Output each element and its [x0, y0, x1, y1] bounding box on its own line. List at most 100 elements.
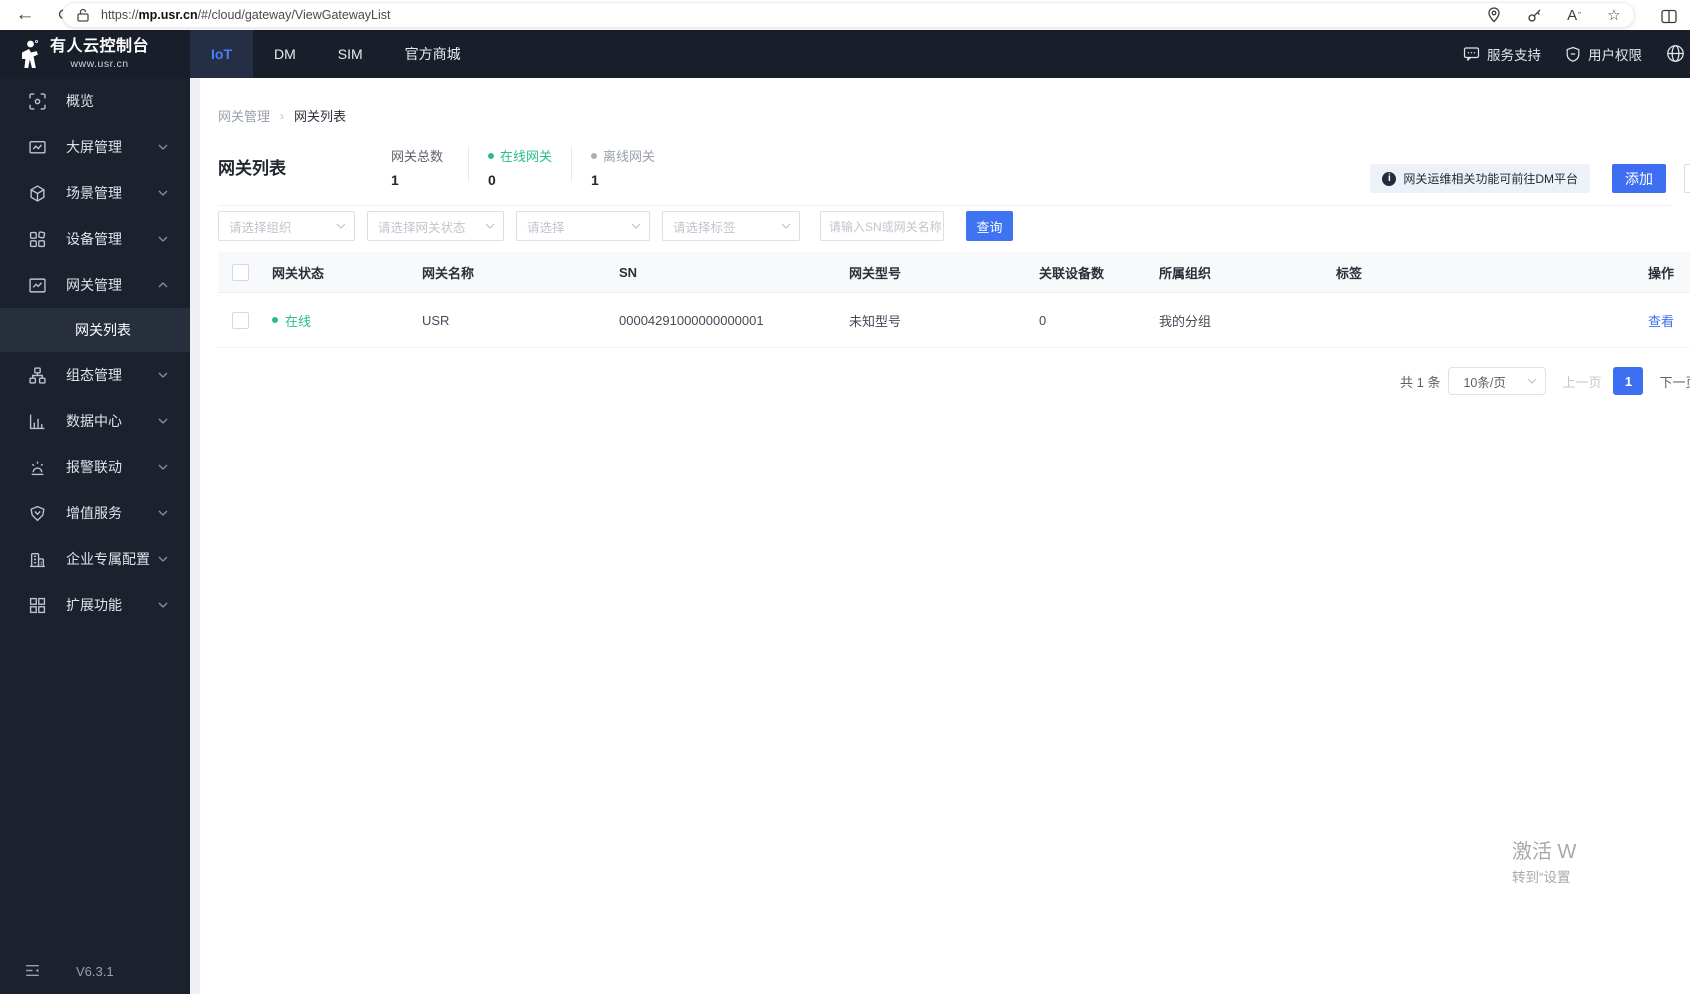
support-link[interactable]: 服务支持 [1463, 44, 1541, 64]
clipped-edge-button[interactable] [1684, 164, 1690, 193]
query-button[interactable]: 查询 [966, 211, 1013, 241]
page-size-select[interactable]: 10条/页 [1448, 367, 1547, 395]
gateway-stats: 网关总数 1 在线网关 0 离线网关 1 [391, 146, 655, 188]
row-checkbox[interactable] [232, 311, 249, 329]
nav-tab-iot[interactable]: IoT [190, 30, 253, 78]
chevron-down-icon [631, 223, 641, 229]
alarm-icon [28, 458, 46, 476]
chevron-down-icon [158, 510, 168, 516]
breadcrumb: 网关管理 › 网关列表 [218, 106, 346, 125]
url-text: https://mp.usr.cn/#/cloud/gateway/ViewGa… [101, 8, 391, 22]
stat-divider [468, 146, 469, 182]
info-icon: i [1382, 171, 1397, 186]
sidebar-item-enterprise[interactable]: 企业专属配置 [0, 536, 190, 582]
select-all-checkbox[interactable] [232, 263, 249, 281]
chat-icon [1463, 47, 1480, 61]
online-dot-icon [272, 317, 278, 323]
sidebar-footer: V6.3.1 [0, 962, 190, 980]
sidebar-item-vas[interactable]: 增值服务 [0, 490, 190, 536]
stat-offline: 离线网关 1 [591, 149, 656, 188]
sidebar-item-alarm[interactable]: 报警联动 [0, 444, 190, 490]
scada-icon [28, 366, 46, 384]
col-header-status: 网关状态 [272, 265, 325, 281]
split-screen-icon[interactable] [1656, 3, 1682, 29]
sidebar-item-gateway[interactable]: 网关管理 [0, 262, 190, 308]
app-header: 有人云控制台 www.usr.cn IoT DM SIM 官方商城 服务支持 用… [0, 30, 1690, 78]
sn-search-input[interactable]: 请输入SN或网关名称 [820, 211, 944, 241]
stat-divider [571, 146, 573, 182]
chevron-down-icon [158, 556, 168, 562]
url-host: mp.usr.cn [138, 8, 198, 22]
extension-grid-icon [28, 596, 46, 614]
chevron-down-icon [1527, 378, 1537, 384]
sidebar-item-scene[interactable]: 场景管理 [0, 170, 190, 216]
browser-back-icon[interactable]: ← [12, 2, 38, 28]
row-org: 我的分组 [1159, 313, 1212, 329]
language-globe-icon[interactable] [1666, 44, 1686, 64]
favorite-star-icon[interactable]: ☆ [1604, 5, 1624, 25]
nav-tab-dm[interactable]: DM [253, 30, 317, 78]
read-aloud-icon[interactable]: A” [1564, 5, 1584, 25]
sidebar-item-scada[interactable]: 组态管理 [0, 352, 190, 398]
prev-page-button[interactable]: 上一页 [1562, 372, 1601, 391]
sidebar-subitem-gateway-list[interactable]: 网关列表 [0, 308, 190, 352]
gateway-status-select[interactable]: 请选择网关状态 [367, 211, 504, 241]
breadcrumb-parent[interactable]: 网关管理 [218, 106, 270, 125]
browser-address-bar[interactable]: https://mp.usr.cn/#/cloud/gateway/ViewGa… [62, 2, 1635, 28]
chevron-down-icon [158, 602, 168, 608]
collapse-menu-icon[interactable] [24, 962, 42, 980]
page-title: 网关列表 [218, 159, 286, 178]
person-logo-icon [22, 39, 38, 68]
permissions-label: 用户权限 [1588, 48, 1642, 63]
add-gateway-button[interactable]: 添加 [1612, 164, 1666, 193]
chevron-down-icon [158, 236, 168, 242]
sidebar-item-datacenter[interactable]: 数据中心 [0, 398, 190, 444]
shield-icon [1566, 46, 1580, 62]
view-link[interactable]: 查看 [1648, 314, 1674, 329]
dm-platform-banner: i 网关运维相关功能可前往DM平台 [1370, 164, 1590, 193]
col-header-model: 网关型号 [849, 265, 902, 281]
app-window: ← ⟳ https://mp.usr.cn/#/cloud/gateway/Vi… [0, 0, 1690, 994]
chevron-down-icon [336, 223, 346, 229]
table-header-row: 网关状态 网关名称 SN 网关型号 关联设备数 所属组织 标签 操作 [218, 252, 1690, 293]
page-1-button[interactable]: 1 [1613, 367, 1644, 395]
filter-bar: 请选择组织 请选择网关状态 请选择 请选择标签 请输入SN或网关名称 查询 [218, 211, 1013, 241]
location-pin-icon[interactable] [1484, 5, 1504, 25]
chevron-down-icon [158, 372, 168, 378]
nav-tab-sim[interactable]: SIM [317, 30, 384, 78]
sidebar-item-overview[interactable]: 概览 [0, 78, 190, 124]
generic-select[interactable]: 请选择 [516, 211, 650, 241]
logo-subtitle: www.usr.cn [70, 57, 129, 70]
chevron-up-icon [158, 282, 168, 288]
table-row: 在线 USR 00004291000000000001 未知型号 0 我的分组 … [218, 293, 1690, 348]
chevron-down-icon [485, 223, 495, 229]
sidebar-item-extension[interactable]: 扩展功能 [0, 582, 190, 628]
chevron-down-icon [158, 190, 168, 196]
bar-chart-icon [28, 412, 46, 430]
lock-icon [73, 5, 93, 25]
permissions-link[interactable]: 用户权限 [1565, 44, 1642, 64]
org-select[interactable]: 请选择组织 [218, 211, 355, 241]
col-header-action: 操作 [1647, 265, 1674, 281]
sidebar-item-bigscreen[interactable]: 大屏管理 [0, 124, 190, 170]
next-page-button[interactable]: 下一页 [1659, 372, 1690, 391]
row-sn: 00004291000000000001 [619, 312, 764, 328]
col-header-sn: SN [619, 264, 638, 280]
screen-icon [28, 138, 46, 156]
version-label: V6.3.1 [76, 963, 114, 979]
tag-select[interactable]: 请选择标签 [662, 211, 800, 241]
col-header-tag: 标签 [1336, 265, 1363, 281]
gateway-icon [28, 276, 46, 294]
col-header-count: 关联设备数 [1039, 265, 1105, 281]
section-divider [218, 205, 1672, 206]
chevron-down-icon [158, 464, 168, 470]
url-scheme: https:// [101, 8, 139, 22]
brand-logo[interactable]: 有人云控制台 www.usr.cn [0, 30, 190, 78]
device-grid-icon [28, 230, 46, 248]
chevron-down-icon [781, 223, 791, 229]
password-key-icon[interactable] [1524, 5, 1544, 25]
nav-tab-mall[interactable]: 官方商城 [384, 30, 482, 78]
sidebar-item-device[interactable]: 设备管理 [0, 216, 190, 262]
browser-toolbar: ← ⟳ https://mp.usr.cn/#/cloud/gateway/Vi… [0, 0, 1690, 30]
row-name: USR [422, 312, 450, 328]
